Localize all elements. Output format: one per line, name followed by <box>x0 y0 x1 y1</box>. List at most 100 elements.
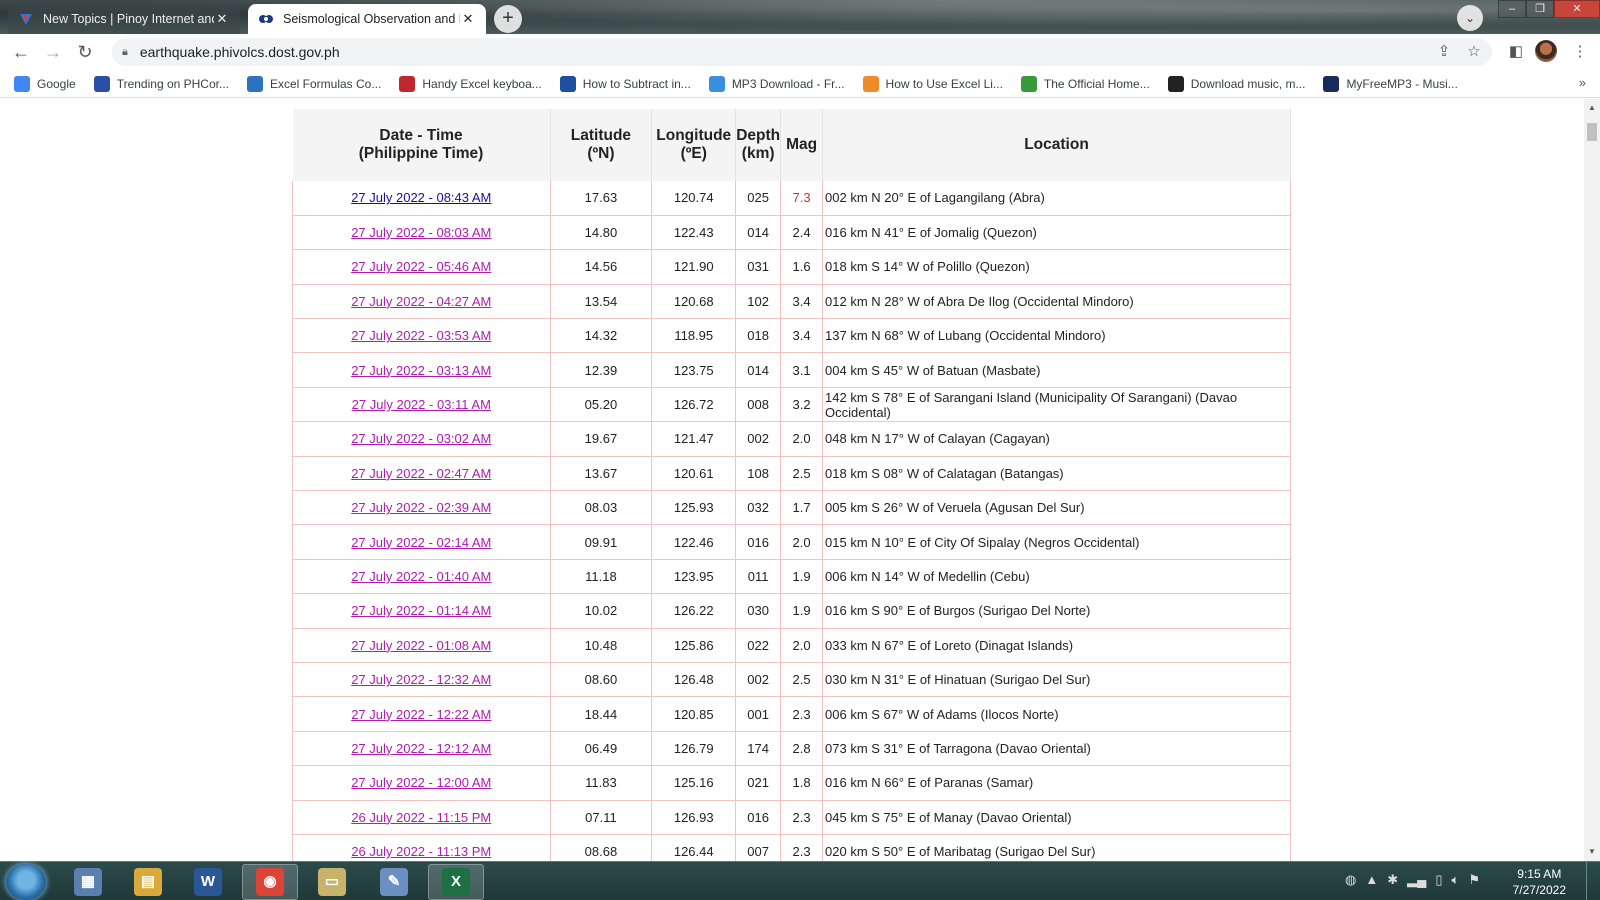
event-link[interactable]: 27 July 2022 - 12:12 AM <box>351 741 491 756</box>
event-link[interactable]: 27 July 2022 - 12:00 AM <box>351 775 491 790</box>
taskbar-word[interactable]: W <box>180 864 236 900</box>
event-link[interactable]: 26 July 2022 - 11:15 PM <box>351 810 491 825</box>
power-icon[interactable]: ▯ <box>1435 872 1442 888</box>
bookmark-star-icon[interactable]: ☆ <box>1462 40 1486 64</box>
event-link[interactable]: 27 July 2022 - 02:47 AM <box>351 466 491 481</box>
latitude-cell: 11.83 <box>550 765 653 801</box>
table-row: 27 July 2022 - 04:27 AM 13.54 120.68 102 3.4… <box>292 284 1291 320</box>
bookmark-item[interactable]: How to Use Excel Li... <box>862 75 1003 92</box>
bookmarks-overflow-icon[interactable]: » <box>1579 75 1586 90</box>
close-tab-icon[interactable]: ✕ <box>460 11 476 27</box>
tray-drive-icon[interactable]: ▲ <box>1365 872 1378 888</box>
forward-arrow-icon[interactable]: → <box>40 40 66 66</box>
event-link[interactable]: 27 July 2022 - 01:14 AM <box>351 603 491 618</box>
volume-icon[interactable]: 🔈︎ <box>1452 872 1460 888</box>
latitude-cell: 17.63 <box>550 181 653 216</box>
action-center-flag-icon[interactable]: ⚑ <box>1468 872 1480 888</box>
datetime-cell: 27 July 2022 - 01:14 AM <box>292 593 551 629</box>
event-link[interactable]: 27 July 2022 - 01:40 AM <box>351 569 491 584</box>
window-controls: ‒ ❐ ✕ <box>1498 0 1600 18</box>
datetime-cell: 27 July 2022 - 03:11 AM <box>292 387 551 423</box>
event-link[interactable]: 27 July 2022 - 01:08 AM <box>351 638 491 653</box>
minimize-icon[interactable]: ‒ <box>1498 0 1526 18</box>
start-button[interactable] <box>6 864 46 900</box>
depth-cell: 002 <box>735 662 782 698</box>
menu-kebab-icon[interactable]: ⋮ <box>1568 40 1592 64</box>
latitude-cell: 19.67 <box>550 421 653 457</box>
taskbar-file-explorer[interactable]: ▤ <box>120 864 176 900</box>
latitude-cell: 13.67 <box>550 456 653 492</box>
file-explorer-icon: ▤ <box>134 868 162 896</box>
lock-icon[interactable]: 🔒︎ <box>122 46 128 59</box>
pinoy-site-icon <box>18 11 34 27</box>
close-tab-icon[interactable]: ✕ <box>214 11 230 27</box>
tab-pinoy-internet[interactable]: New Topics | Pinoy Internet and T ✕ <box>8 4 240 34</box>
taskbar-chrome[interactable]: ◉ <box>242 864 298 900</box>
maximize-icon[interactable]: ❐ <box>1526 0 1554 18</box>
taskbar-excel[interactable]: X <box>428 864 484 900</box>
side-panel-icon[interactable]: ◧ <box>1504 40 1528 64</box>
event-link[interactable]: 27 July 2022 - 02:14 AM <box>351 535 491 550</box>
event-link[interactable]: 27 July 2022 - 03:53 AM <box>351 328 491 343</box>
event-link[interactable]: 27 July 2022 - 12:22 AM <box>351 707 491 722</box>
new-tab-button[interactable]: + <box>494 5 522 33</box>
event-link[interactable]: 27 July 2022 - 04:27 AM <box>351 294 491 309</box>
tray-app-icon[interactable]: ◍ <box>1345 872 1356 888</box>
bookmark-label: How to Use Excel Li... <box>885 76 1003 91</box>
bookmark-label: Excel Formulas Co... <box>269 76 382 91</box>
share-icon[interactable]: ⇪ <box>1432 40 1456 64</box>
subtract-icon <box>559 75 576 92</box>
bookmark-item[interactable]: Excel Formulas Co... <box>246 75 382 92</box>
scroll-up-arrow-icon[interactable]: ▲ <box>1584 101 1600 115</box>
bluetooth-icon[interactable]: ✱ <box>1387 872 1398 888</box>
taskbar-folder[interactable]: ▭ <box>304 864 360 900</box>
close-window-icon[interactable]: ✕ <box>1554 0 1600 18</box>
event-link[interactable]: 27 July 2022 - 08:03 AM <box>351 225 491 240</box>
url-text: earthquake.phivolcs.dost.gov.ph <box>139 44 340 60</box>
longitude-cell: 121.47 <box>651 421 737 457</box>
longitude-cell: 123.75 <box>651 352 737 388</box>
event-link[interactable]: 27 July 2022 - 03:13 AM <box>351 363 491 378</box>
back-arrow-icon[interactable]: ← <box>8 40 34 66</box>
event-link[interactable]: 27 July 2022 - 08:43 AM <box>351 190 491 205</box>
bookmark-item[interactable]: The Official Home... <box>1020 75 1150 92</box>
bookmark-item[interactable]: Download music, m... <box>1167 75 1305 92</box>
tab-search-icon[interactable]: ⌄ <box>1457 5 1483 31</box>
tab-seismological[interactable]: Seismological Observation and E ✕ <box>248 4 486 34</box>
event-link[interactable]: 27 July 2022 - 03:02 AM <box>351 431 491 446</box>
latitude-cell: 08.68 <box>550 834 653 861</box>
datetime-cell: 27 July 2022 - 02:39 AM <box>292 490 551 526</box>
header-datetime: Date - Time (Philippine Time) <box>292 109 551 181</box>
taskbar-notepad[interactable]: ✎ <box>366 864 422 900</box>
latitude-cell: 14.32 <box>550 318 653 354</box>
magnitude-cell: 2.3 <box>780 696 824 732</box>
latitude-cell: 06.49 <box>550 731 653 767</box>
bookmark-item[interactable]: Trending on PHCor... <box>93 75 229 92</box>
show-desktop-button[interactable] <box>1586 862 1600 900</box>
bookmark-label: Handy Excel keyboa... <box>422 76 542 91</box>
network-signal-icon[interactable]: ▂▄ <box>1407 872 1426 888</box>
scroll-thumb[interactable] <box>1587 123 1597 141</box>
bookmark-item[interactable]: How to Subtract in... <box>559 75 691 92</box>
vertical-scrollbar[interactable]: ▲ ▼ <box>1584 99 1600 861</box>
event-link[interactable]: 27 July 2022 - 03:11 AM <box>352 397 491 412</box>
taskbar-clock[interactable]: 9:15 AM 7/27/2022 <box>1513 866 1566 898</box>
bookmark-item[interactable]: MP3 Download - Fr... <box>708 75 845 92</box>
bookmark-item[interactable]: Google <box>14 75 76 92</box>
event-link[interactable]: 27 July 2022 - 02:39 AM <box>351 500 491 515</box>
address-bar[interactable]: 🔒︎ earthquake.phivolcs.dost.gov.ph <box>112 38 1492 66</box>
reload-icon[interactable]: ↻ <box>72 40 98 66</box>
datetime-cell: 27 July 2022 - 01:08 AM <box>292 628 551 663</box>
scroll-down-arrow-icon[interactable]: ▼ <box>1584 845 1600 859</box>
taskbar-calculator[interactable]: ▦ <box>60 864 116 900</box>
bookmark-item[interactable]: MyFreeMP3 - Musi... <box>1323 75 1458 92</box>
latitude-cell: 10.48 <box>550 628 653 663</box>
depth-cell: 022 <box>735 628 782 663</box>
event-link[interactable]: 27 July 2022 - 05:46 AM <box>351 259 491 274</box>
excel-icon: X <box>442 868 470 896</box>
bookmark-item[interactable]: Handy Excel keyboa... <box>399 75 542 92</box>
profile-avatar[interactable] <box>1535 40 1557 62</box>
event-link[interactable]: 27 July 2022 - 12:32 AM <box>351 672 491 687</box>
event-link[interactable]: 26 July 2022 - 11:13 PM <box>351 844 491 859</box>
datetime-cell: 27 July 2022 - 08:03 AM <box>292 215 551 251</box>
